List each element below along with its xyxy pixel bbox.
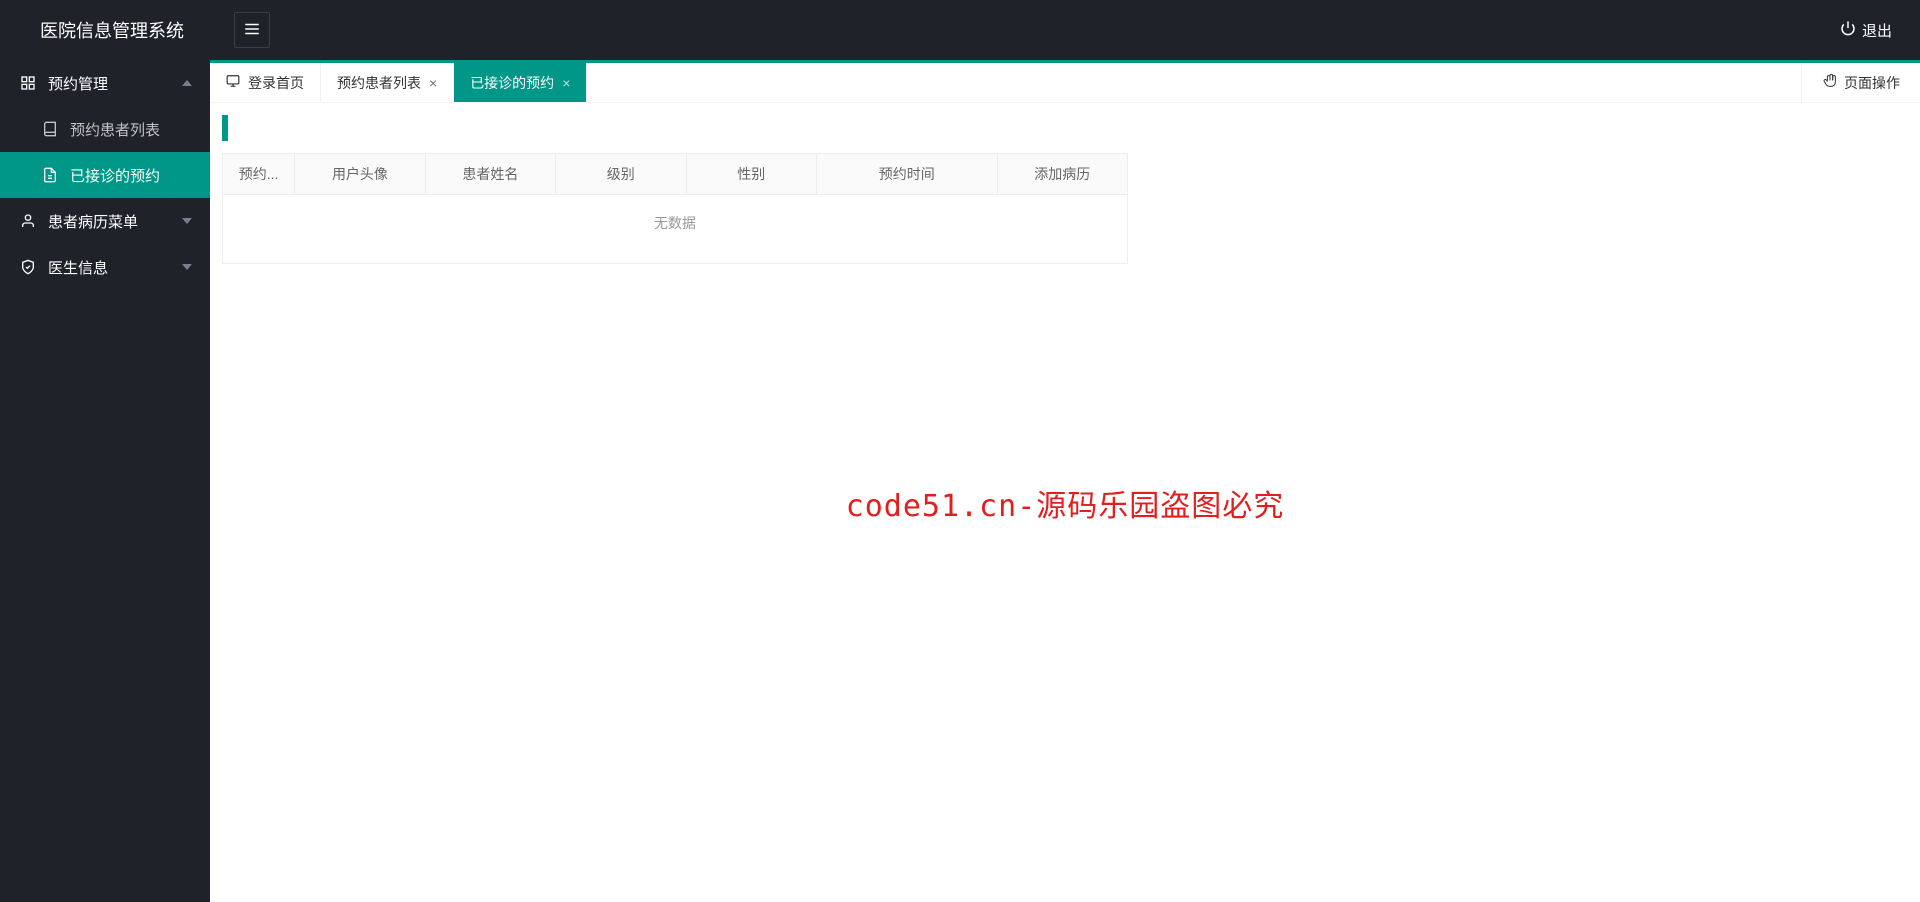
page-operations-button[interactable]: 页面操作 (1801, 63, 1920, 102)
sidebar-item-label: 医生信息 (48, 257, 108, 278)
tab-home[interactable]: 登录首页 (210, 63, 321, 102)
watermark-text: code51.cn-源码乐园盗图必究 (846, 481, 1285, 525)
sidebar-item-patient-list[interactable]: 预约患者列表 (0, 106, 210, 152)
chevron-up-icon (182, 80, 192, 86)
main-content: 登录首页 预约患者列表 × 已接诊的预约 × 页面操作 预约 (210, 60, 1920, 902)
tab-label: 已接诊的预约 (470, 73, 554, 93)
logout-button[interactable]: 退出 (1812, 0, 1920, 60)
app-title: 医院信息管理系统 (0, 0, 210, 60)
user-icon (20, 213, 38, 229)
menu-toggle-button[interactable] (234, 12, 270, 48)
close-icon[interactable]: × (562, 75, 570, 91)
sidebar-item-medical-records[interactable]: 患者病历菜单 (0, 198, 210, 244)
hand-icon (1822, 73, 1838, 92)
sidebar-item-label: 已接诊的预约 (70, 165, 160, 186)
grid-icon (20, 75, 38, 91)
sidebar-item-appointment-manage[interactable]: 预约管理 (0, 60, 210, 106)
power-icon (1840, 20, 1856, 40)
tab-patient-list[interactable]: 预约患者列表 × (321, 63, 454, 102)
sidebar-item-doctor-info[interactable]: 医生信息 (0, 244, 210, 290)
page-content: 预约...用户头像患者姓名级别性别预约时间添加病历 无数据 code51.cn-… (210, 103, 1920, 902)
shield-icon (20, 259, 38, 275)
sidebar-item-label: 患者病历菜单 (48, 211, 138, 232)
hamburger-icon (243, 20, 261, 41)
table-column-header: 级别 (556, 154, 686, 195)
close-icon[interactable]: × (429, 75, 437, 91)
table-column-header: 患者姓名 (425, 154, 555, 195)
chevron-down-icon (182, 218, 192, 224)
tab-label: 登录首页 (248, 73, 304, 93)
tab-label: 预约患者列表 (337, 73, 421, 93)
monitor-icon (226, 74, 240, 91)
card-marker (222, 115, 228, 141)
table-column-header: 性别 (686, 154, 816, 195)
chevron-down-icon (182, 264, 192, 270)
table-column-header: 添加病历 (997, 154, 1127, 195)
sidebar-item-label: 预约管理 (48, 73, 108, 94)
tabs-bar: 登录首页 预约患者列表 × 已接诊的预约 × 页面操作 (210, 63, 1920, 103)
table-header-row: 预约...用户头像患者姓名级别性别预约时间添加病历 (223, 154, 1128, 195)
table-column-header: 预约... (223, 154, 295, 195)
data-table: 预约...用户头像患者姓名级别性别预约时间添加病历 (222, 153, 1128, 195)
table-column-header: 预约时间 (816, 154, 997, 195)
header: 医院信息管理系统 退出 (0, 0, 1920, 60)
sidebar: 预约管理 预约患者列表 已接诊的预约 患者病历菜单 (0, 60, 210, 902)
sidebar-item-label: 预约患者列表 (70, 119, 160, 140)
tab-received-appointments[interactable]: 已接诊的预约 × (454, 63, 587, 102)
book-icon (42, 121, 60, 137)
sidebar-item-received-appointments[interactable]: 已接诊的预约 (0, 152, 210, 198)
file-icon (42, 167, 60, 183)
page-ops-label: 页面操作 (1844, 73, 1900, 93)
logout-label: 退出 (1862, 20, 1892, 41)
no-data-text: 无数据 (222, 195, 1128, 264)
table-column-header: 用户头像 (295, 154, 425, 195)
